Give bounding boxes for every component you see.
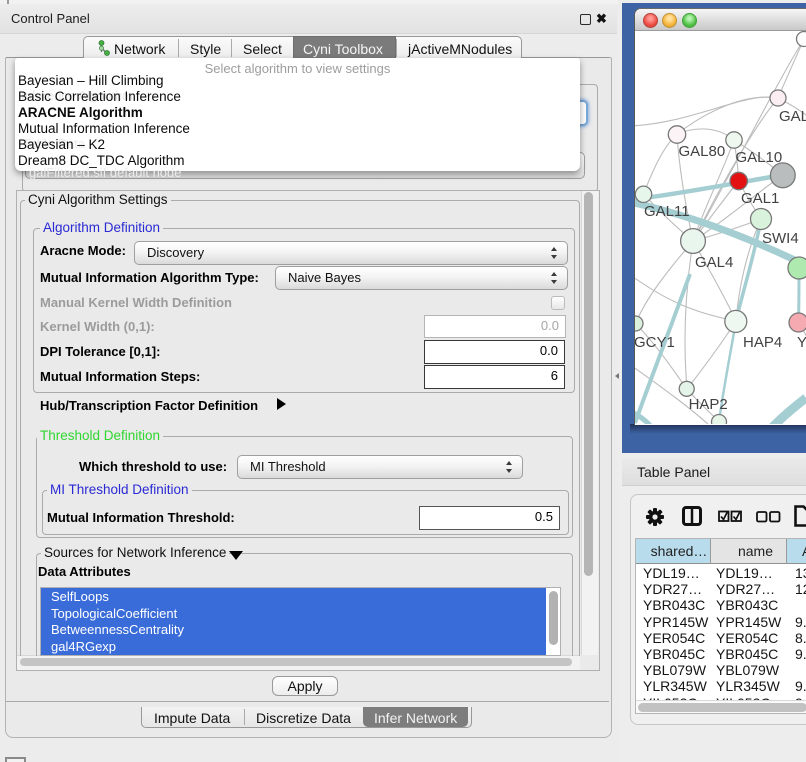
svg-text:GAL80: GAL80 [679, 143, 726, 160]
svg-text:HAP4: HAP4 [743, 334, 782, 351]
svg-text:GAL7: GAL7 [779, 108, 806, 125]
svg-text:YM: YM [797, 334, 806, 351]
svg-text:GAL1: GAL1 [741, 190, 779, 207]
svg-text:GAL10: GAL10 [736, 149, 783, 166]
svg-text:HAP2: HAP2 [689, 396, 728, 413]
svg-text:GCY1: GCY1 [635, 334, 675, 351]
svg-text:SWI4: SWI4 [762, 230, 799, 247]
svg-text:GAL4: GAL4 [695, 254, 733, 271]
svg-text:GAL11: GAL11 [644, 203, 690, 220]
